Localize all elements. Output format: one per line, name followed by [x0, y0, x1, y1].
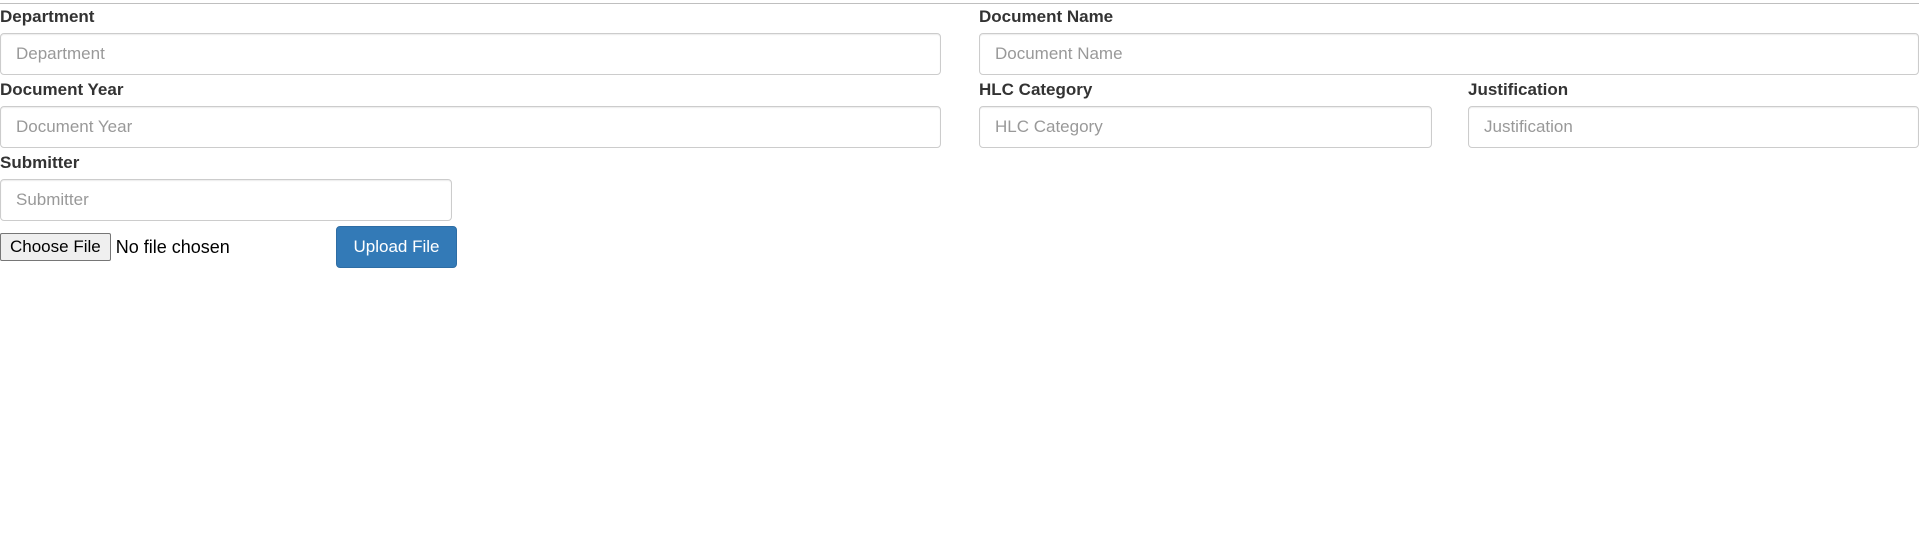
document-name-field-group: Document Name	[979, 7, 1919, 75]
department-field-group: Department	[0, 7, 941, 75]
top-divider	[0, 3, 1919, 4]
document-year-input[interactable]	[0, 106, 941, 148]
department-input[interactable]	[0, 33, 941, 75]
submitter-input[interactable]	[0, 179, 452, 221]
document-year-label: Document Year	[0, 80, 124, 99]
submitter-field-group: Submitter	[0, 153, 452, 221]
file-status-text: No file chosen	[115, 236, 230, 257]
choose-file-button[interactable]: Choose File	[0, 233, 111, 261]
justification-label: Justification	[1468, 80, 1569, 99]
document-name-input[interactable]	[979, 33, 1919, 75]
justification-input[interactable]	[1468, 106, 1919, 148]
hlc-category-label: HLC Category	[979, 80, 1093, 99]
hlc-category-field-group: HLC Category	[979, 80, 1432, 148]
document-year-field-group: Document Year	[0, 80, 941, 148]
department-label: Department	[0, 7, 95, 26]
hlc-category-input[interactable]	[979, 106, 1432, 148]
submitter-label: Submitter	[0, 153, 80, 172]
justification-field-group: Justification	[1468, 80, 1919, 148]
file-input: Choose File No file chosen	[0, 233, 230, 261]
document-name-label: Document Name	[979, 7, 1114, 26]
upload-file-button[interactable]: Upload File	[336, 226, 457, 268]
